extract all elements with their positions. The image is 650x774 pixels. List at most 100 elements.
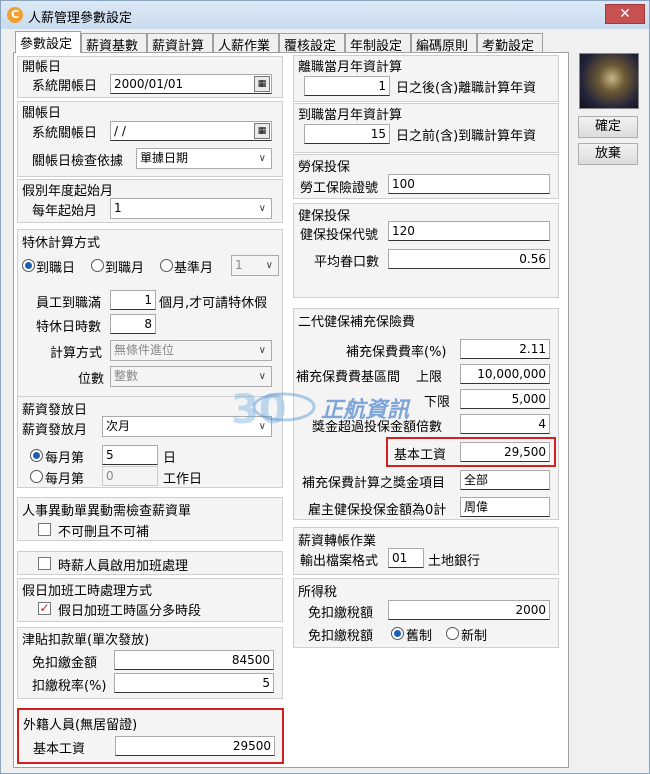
tab-payroll-ops[interactable]: 人薪作業	[213, 33, 279, 54]
group-title: 人事異動單異動需檢查薪資單	[22, 504, 192, 519]
upper-limit-field[interactable]: 10,000,000	[460, 364, 550, 384]
radio-onboard-day-label: 到職日	[36, 261, 76, 276]
no-delete-checkbox[interactable]	[38, 523, 51, 536]
hours-label: 特休日時數	[36, 320, 102, 335]
pay-day-suffix: 日	[163, 451, 177, 466]
export-format-code-field[interactable]: 01	[388, 548, 424, 568]
allowance-group: 津貼扣款單(單次發放) 免扣繳金額 84500 扣繳稅率(%) 5	[17, 627, 283, 699]
employer-zero-field[interactable]: 周偉	[460, 497, 550, 517]
tab-review[interactable]: 覆核設定	[279, 33, 345, 54]
no-delete-label: 不可刪且不可補	[58, 525, 150, 540]
tab-year-system[interactable]: 年制設定	[345, 33, 411, 54]
close-date-field[interactable]: / / ▦	[110, 121, 272, 141]
bonus-multiple-field[interactable]: 4	[460, 414, 550, 434]
tab-attendance[interactable]: 考勤設定	[477, 33, 543, 54]
watermark-logo: 30 正航資訊	[231, 387, 411, 433]
close-check-label: 關帳日檢查依據	[32, 154, 124, 169]
income-tax-group: 所得稅 免扣繳稅額 2000 免扣繳稅額 舊制 新制	[293, 578, 559, 648]
radio-onboard-month[interactable]	[91, 259, 104, 272]
tab-salary-base[interactable]: 薪資基數	[81, 33, 147, 54]
onboard-seniority-group: 到職當月年資計算 15 日之前(含)到職計算年資	[293, 103, 559, 153]
close-check-value: 單據日期	[140, 151, 189, 165]
group-title: 薪資轉帳作業	[298, 534, 377, 549]
pay-workday-field[interactable]: 0	[102, 466, 158, 486]
radio-new-system[interactable]	[446, 627, 459, 640]
foreign-base-wage-field[interactable]: 29500	[115, 736, 275, 756]
resign-day-suffix: 日之後(含)離職計算年資	[396, 81, 537, 96]
tax-exempt-label: 免扣繳稅額	[308, 606, 374, 621]
radio-pay-day-label: 每月第	[45, 451, 85, 466]
window-title: 人薪管理參數設定	[28, 11, 133, 26]
close-check-select[interactable]: 單據日期 ∨	[136, 148, 272, 169]
avg-dependents-label: 平均眷口數	[314, 255, 380, 270]
lower-limit-field[interactable]: 5,000	[460, 389, 550, 409]
radio-base-month[interactable]	[160, 259, 173, 272]
method-select[interactable]: 無條件進位 ∨	[110, 340, 272, 361]
radio-old-system[interactable]	[391, 627, 404, 640]
holiday-ot-checkbox[interactable]: ✓	[38, 602, 51, 615]
product-logo	[579, 53, 639, 109]
withholding-rate-field[interactable]: 5	[114, 673, 274, 693]
resign-seniority-group: 離職當月年資計算 1 日之後(含)離職計算年資	[293, 55, 559, 102]
tab-salary-calc[interactable]: 薪資計算	[147, 33, 213, 54]
group-title: 外籍人員(無居留證)	[23, 718, 138, 733]
radio-pay-day[interactable]	[30, 449, 43, 462]
radio-new-system-label: 新制	[461, 629, 488, 644]
annual-leave-group: 特休計算方式 到職日 到職月 基準月 1 ∨ 員工到職滿 1 個月,才可請特休假 …	[17, 229, 283, 397]
bonus-item-field[interactable]: 全部	[460, 470, 550, 490]
withholding-rate-label: 扣繳稅率(%)	[32, 679, 107, 694]
start-month-select[interactable]: 1 ∨	[110, 198, 272, 219]
open-account-group: 開帳日 系統開帳日 2000/01/01 ▦	[17, 56, 283, 98]
open-date-field[interactable]: 2000/01/01 ▦	[110, 74, 272, 94]
digits-value: 整數	[114, 369, 139, 383]
leave-year-group: 假別年度起始月 每年起始月 1 ∨	[17, 179, 283, 223]
open-date-value: 2000/01/01	[114, 77, 184, 91]
supplement-rate-field[interactable]: 2.11	[460, 339, 550, 359]
foreign-base-wage-label: 基本工資	[33, 742, 86, 757]
employer-zero-label: 雇主健保投保金額為0計	[308, 503, 447, 518]
tax-exempt-field[interactable]: 2000	[388, 600, 550, 620]
open-date-label: 系統開帳日	[32, 79, 98, 94]
calendar-icon[interactable]: ▦	[254, 76, 270, 92]
start-month-value: 1	[114, 201, 122, 215]
radio-base-month-label: 基準月	[174, 261, 214, 276]
onboard-day-field[interactable]: 15	[304, 124, 390, 144]
tab-coding-rules[interactable]: 編碼原則	[411, 33, 477, 54]
radio-onboard-day[interactable]	[22, 259, 35, 272]
radio-pay-workday[interactable]	[30, 470, 43, 483]
digits-label: 位數	[78, 372, 105, 387]
group-title: 離職當月年資計算	[298, 60, 403, 75]
onboard-day-suffix: 日之前(含)到職計算年資	[396, 129, 537, 144]
health-code-field[interactable]: 120	[388, 221, 550, 241]
group-title: 開帳日	[22, 60, 62, 75]
base-month-select[interactable]: 1 ∨	[231, 255, 279, 276]
chevron-down-icon: ∨	[258, 345, 266, 356]
cancel-button[interactable]: 放棄	[578, 143, 638, 165]
close-date-value: / /	[114, 124, 126, 138]
method-value: 無條件進位	[114, 343, 175, 357]
staff-months-field[interactable]: 1	[110, 290, 156, 310]
chevron-down-icon: ∨	[258, 153, 266, 164]
pay-day-field[interactable]: 5	[102, 445, 158, 465]
group-title: 特休計算方式	[22, 236, 101, 251]
avg-dependents-field[interactable]: 0.56	[388, 249, 550, 269]
method-label: 計算方式	[50, 346, 103, 361]
calendar-icon[interactable]: ▦	[254, 123, 270, 139]
exempt-amount-field[interactable]: 84500	[114, 650, 274, 670]
pay-month-label: 薪資發放月	[22, 423, 88, 438]
close-button[interactable]: ✕	[605, 4, 645, 24]
base-wage-field[interactable]: 29,500	[460, 442, 550, 462]
resign-day-field[interactable]: 1	[304, 76, 390, 96]
supplement-rate-label: 補充保費費率(%)	[346, 345, 447, 360]
start-month-label: 每年起始月	[32, 204, 98, 219]
group-title: 二代健保補充保險費	[298, 315, 416, 330]
pay-workday-suffix: 工作日	[163, 472, 203, 487]
title-bar: C 人薪管理參數設定 ✕	[1, 1, 649, 29]
labor-number-label: 勞工保險證號	[300, 181, 379, 196]
tab-params[interactable]: 參數設定	[15, 31, 81, 53]
chevron-down-icon: ∨	[258, 203, 266, 214]
hourly-ot-checkbox[interactable]	[38, 557, 51, 570]
labor-number-field[interactable]: 100	[388, 174, 550, 194]
hours-field[interactable]: 8	[110, 314, 156, 334]
ok-button[interactable]: 確定	[578, 116, 638, 138]
